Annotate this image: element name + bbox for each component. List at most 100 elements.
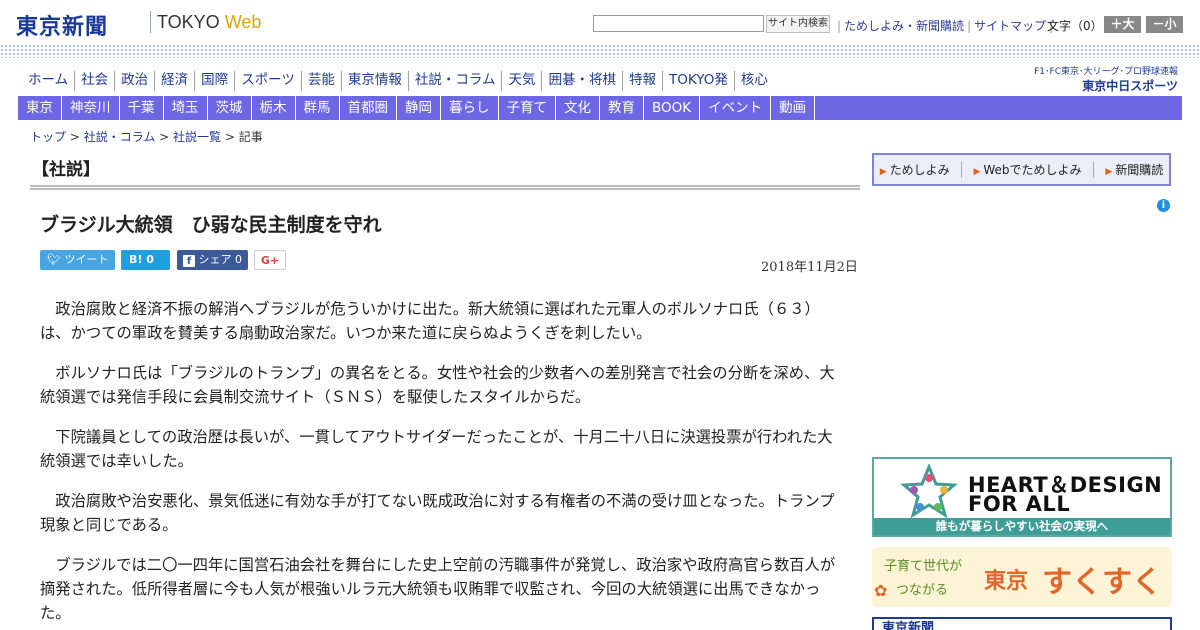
section-title: 【社説】 [32, 160, 100, 180]
sidebar-link-web-trial-label: Webでためしよみ [983, 163, 1082, 177]
nav-special-report[interactable]: 特報 [621, 71, 662, 91]
nav-entertainment[interactable]: 芸能 [300, 71, 341, 91]
nav-book[interactable]: BOOK [644, 96, 701, 120]
breadcrumb-current: 記事 [238, 130, 263, 144]
article-paragraph: 下院議員としての政治歴は長いが、一貫してアウトサイダーだったことが、十月二十八日… [40, 428, 833, 470]
triangle-right-icon: ▶ [879, 167, 887, 177]
site-header: 東京新聞 TOKYO Web サイト内検索 | ためしよみ・新聞購読 | サイトマップ… [0, 0, 1200, 46]
logo-en-text: TOKYO [157, 12, 220, 32]
flower-icon: ✿ [874, 581, 888, 600]
region-chiba[interactable]: 千葉 [120, 96, 164, 120]
tokyo-chunichi-sports-logo[interactable]: F1･FC東京･大リーグ･プロ野球速報 東京中日スポーツ [1028, 64, 1178, 93]
subscription-box: ▶ ためしよみ ▶ Webでためしよみ ▶ 新聞購読 [872, 153, 1171, 186]
nav-economy[interactable]: 経済 [154, 71, 194, 91]
triangle-right-icon: ▶ [1105, 167, 1113, 177]
region-gunma[interactable]: 群馬 [296, 96, 340, 120]
sidebar-link-subscribe-label: 新聞購読 [1115, 163, 1164, 177]
sidebar-link-subscribe[interactable]: ▶ 新聞購読 [1105, 161, 1163, 178]
main-nav: ホーム 社会 政治 経済 国際 スポーツ 芸能 東京情報 社説・コラム 天気 囲… [22, 71, 774, 91]
facebook-icon: f [183, 255, 195, 267]
nav-international[interactable]: 国際 [194, 71, 234, 91]
google-plus-button[interactable]: G+ [254, 250, 286, 270]
twitter-bird-icon: 🐦︎ [47, 253, 61, 266]
article-date: 2018年11月2日 [761, 260, 858, 275]
breadcrumb-editorial-list[interactable]: 社説一覧 [173, 130, 221, 144]
article-body: 政治腐敗と経済不振の解消へブラジルが危ういかけに出た。新大統領に選ばれた元軍人の… [40, 297, 845, 630]
divider [961, 161, 963, 178]
sukusuku-subtitle-2: つながる [896, 583, 949, 598]
breadcrumb-top[interactable]: トップ [30, 130, 66, 144]
region-kanagawa[interactable]: 神奈川 [62, 96, 120, 120]
article-paragraph: 政治腐敗と経済不振の解消へブラジルが危ういかけに出た。新大統領に選ばれた元軍人の… [40, 300, 820, 342]
nav-sports[interactable]: スポーツ [234, 71, 301, 91]
article-title: ブラジル大統領 ひ弱な民主制度を守れ [40, 214, 382, 236]
tokyo-sukusuku-banner[interactable]: 子育て世代が つながる ✿ 東京 すくすく [872, 547, 1172, 607]
logo-tokyo-shimbun[interactable]: 東京新聞 [16, 9, 108, 41]
site-search-input[interactable] [593, 15, 764, 32]
region-tokyo[interactable]: 東京 [18, 96, 62, 120]
region-shutoken[interactable]: 首都圏 [340, 96, 397, 120]
sidebar-link-trial[interactable]: ▶ ためしよみ [880, 161, 950, 178]
logo-divider [150, 11, 151, 33]
font-increase-button[interactable]: ＋大 [1104, 16, 1141, 33]
sukusuku-title-sukusuku: すくすく [1042, 565, 1162, 600]
banner-heart-design-line2: FOR ALL [968, 492, 1071, 516]
article-paragraph: ボルソナロ氏は「ブラジルのトランプ」の異名をとる。女性や社会的少数者への差別発言… [40, 364, 835, 406]
hatena-bookmark-button[interactable]: B! 0 [121, 250, 170, 270]
logo-tokyo-web[interactable]: TOKYO Web [157, 12, 261, 33]
nav-culture[interactable]: 文化 [556, 96, 600, 120]
nav-education[interactable]: 教育 [600, 96, 644, 120]
region-shizuoka[interactable]: 静岡 [397, 96, 441, 120]
region-ibaraki[interactable]: 茨城 [208, 96, 252, 120]
hatena-icon: B! [129, 253, 143, 266]
tweet-label: ツイート [64, 253, 109, 266]
sidebar-link-web-trial[interactable]: ▶ Webでためしよみ [973, 161, 1081, 178]
sidebar-link-trial-label: ためしよみ [889, 163, 950, 177]
font-size-label: 文字（0） [1047, 19, 1103, 33]
article-paragraph: 政治腐敗や治安悪化、景気低迷に有効な手が打てない既成政治に対する有権者の不満の受… [40, 492, 835, 534]
sukusuku-subtitle-1: 子育て世代が [884, 559, 963, 574]
nav-living[interactable]: 暮らし [441, 96, 499, 120]
nav-kakushin[interactable]: 核心 [733, 71, 774, 91]
tweet-button[interactable]: 🐦︎ ツイート [40, 250, 115, 270]
nav-parenting[interactable]: 子育て [499, 96, 556, 120]
nav-society[interactable]: 社会 [74, 71, 114, 91]
nav-politics[interactable]: 政治 [114, 71, 154, 91]
region-saitama[interactable]: 埼玉 [164, 96, 208, 120]
divider: | [837, 19, 842, 33]
triangle-right-icon: ▶ [973, 167, 981, 177]
banner-heart-design-footer: 誰もが暮らしやすい社会の実現へ [874, 518, 1170, 535]
sukusuku-title-tokyo: 東京 [984, 569, 1029, 594]
top-links: | ためしよみ・新聞購読 | サイトマップ | [834, 17, 1056, 34]
divider [1092, 161, 1094, 178]
banner3-text: 東京新聞 [882, 621, 935, 630]
region-tochigi[interactable]: 栃木 [252, 96, 296, 120]
nav-events[interactable]: イベント [700, 96, 772, 120]
section-divider [30, 185, 860, 190]
breadcrumb-separator: > [66, 130, 84, 144]
article-paragraph: ブラジルでは二〇一四年に国営石油会社を舞台にした史上空前の汚職事件が発覚し、政治… [40, 556, 836, 622]
nav-tokyo-info[interactable]: 東京情報 [340, 71, 408, 91]
divider: | [967, 19, 972, 33]
site-search-button[interactable]: サイト内検索 [766, 15, 830, 33]
facebook-share-button[interactable]: f シェア 0 [177, 250, 248, 270]
breadcrumb-separator: > [221, 130, 239, 144]
link-trial-subscribe[interactable]: ためしよみ・新聞購読 [844, 19, 964, 33]
heart-design-for-all-banner[interactable]: HEART＆DESIGN FOR ALL 誰もが暮らしやすい社会の実現へ [872, 457, 1172, 537]
font-decrease-button[interactable]: －小 [1146, 16, 1183, 33]
nav-go-shogi[interactable]: 囲碁・将棋 [541, 71, 622, 91]
region-nav: 東京 神奈川 千葉 埼玉 茨城 栃木 群馬 首都圏 静岡 暮らし 子育て 文化 … [18, 96, 1182, 120]
facebook-share-count: 0 [235, 253, 242, 266]
facebook-share-label: シェア [198, 253, 232, 266]
hatena-count: 0 [146, 253, 154, 266]
ad-info-icon[interactable]: i [1157, 199, 1170, 212]
nav-home[interactable]: ホーム [22, 71, 74, 91]
nav-editorial-column[interactable]: 社説・コラム [407, 71, 502, 91]
nav-weather[interactable]: 天気 [501, 71, 541, 91]
nav-video[interactable]: 動画 [771, 96, 816, 120]
nav-tokyo-hatsu[interactable]: TOKYO発 [661, 71, 734, 91]
heart-design-star-logo-icon [900, 464, 958, 518]
link-sitemap[interactable]: サイトマップ [974, 19, 1046, 33]
tokyo-shimbun-banner[interactable]: 東京新聞 [872, 617, 1172, 630]
breadcrumb-editorial-column[interactable]: 社説・コラム [84, 130, 156, 144]
